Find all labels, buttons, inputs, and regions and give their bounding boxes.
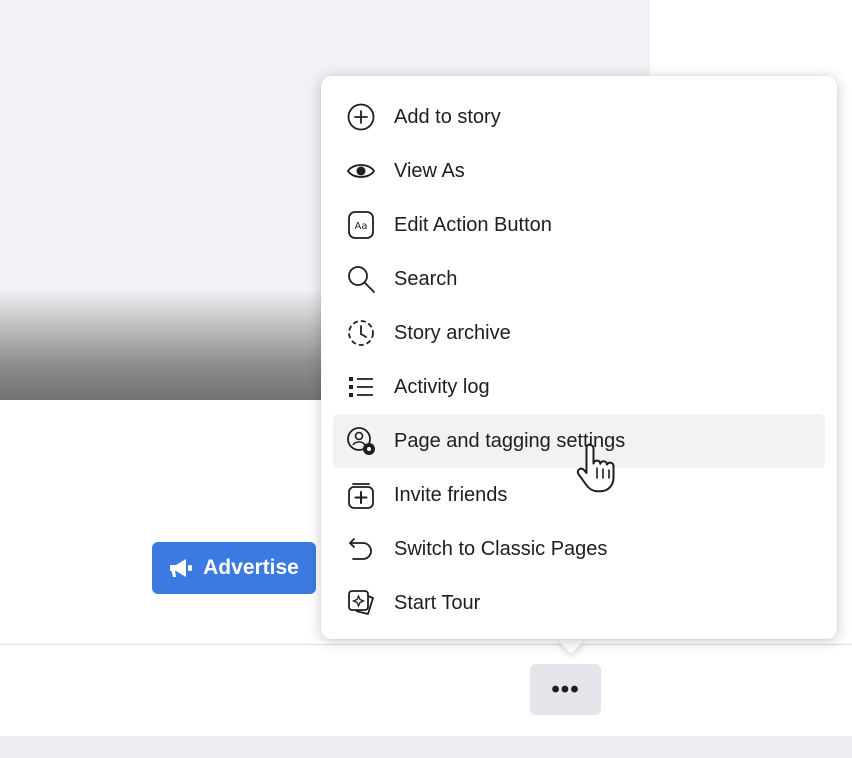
menu-item-label: View As [394, 159, 465, 182]
menu-item-search[interactable]: Search [333, 252, 825, 306]
tour-cards-icon [345, 587, 377, 619]
menu-item-switch-to-classic-pages[interactable]: Switch to Classic Pages [333, 522, 825, 576]
menu-item-edit-action-button[interactable]: Aa Edit Action Button [333, 198, 825, 252]
plus-circle-icon [345, 101, 377, 133]
text-box-icon: Aa [345, 209, 377, 241]
menu-item-label: Switch to Classic Pages [394, 537, 608, 560]
menu-item-activity-log[interactable]: Activity log [333, 360, 825, 414]
more-icon: ••• [551, 675, 580, 703]
page: Advertise ••• Add to story View As Aa Ed… [0, 0, 852, 758]
menu-item-start-tour[interactable]: Start Tour [333, 576, 825, 630]
tab-bar-bottom-strip [0, 736, 852, 758]
menu-item-label: Start Tour [394, 591, 481, 614]
user-gear-icon [345, 425, 377, 457]
menu-item-label: Invite friends [394, 483, 508, 506]
hand-pointer-cursor-icon [576, 443, 615, 493]
list-icon [345, 371, 377, 403]
invite-icon [345, 479, 377, 511]
undo-arrow-icon [345, 533, 377, 565]
menu-item-label: Story archive [394, 321, 511, 344]
eye-icon [345, 155, 377, 187]
menu-item-label: Search [394, 267, 458, 290]
megaphone-icon [170, 559, 193, 577]
search-icon [345, 263, 377, 295]
clock-history-icon [345, 317, 377, 349]
menu-item-story-archive[interactable]: Story archive [333, 306, 825, 360]
menu-item-view-as[interactable]: View As [333, 144, 825, 198]
advertise-button[interactable]: Advertise [152, 542, 316, 594]
svg-text:Aa: Aa [355, 221, 368, 232]
advertise-label: Advertise [203, 556, 299, 579]
menu-list: Add to story View As Aa Edit Action Butt… [333, 90, 825, 630]
menu-item-add-to-story[interactable]: Add to story [333, 90, 825, 144]
menu-item-label: Add to story [394, 105, 501, 128]
menu-item-label: Activity log [394, 375, 490, 398]
more-options-menu: Add to story View As Aa Edit Action Butt… [321, 76, 837, 639]
menu-item-label: Edit Action Button [394, 213, 552, 236]
more-options-button[interactable]: ••• [530, 664, 601, 715]
page-tab-bar [0, 644, 852, 737]
